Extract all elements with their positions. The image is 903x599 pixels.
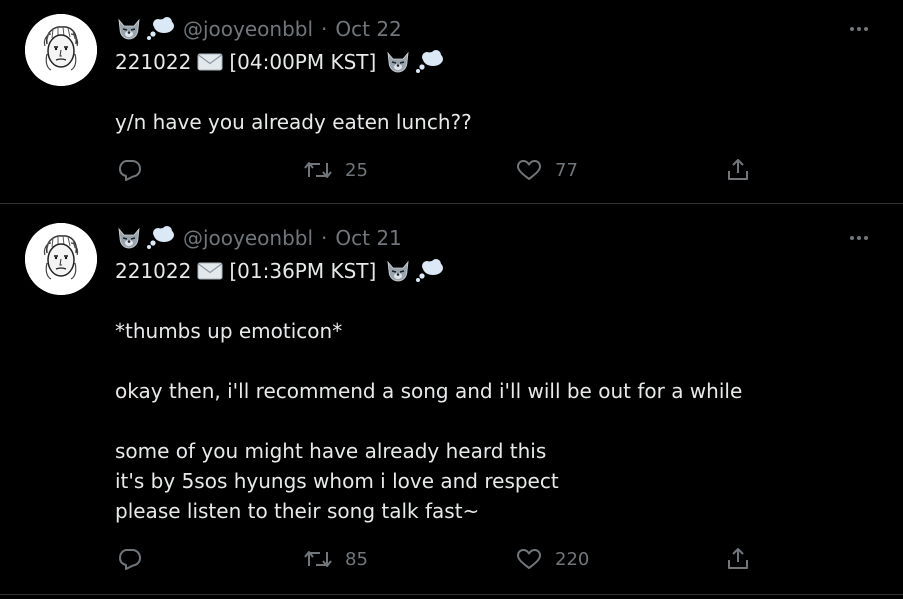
tweet-line: okay then, i'll recommend a song and i'l… [115,379,743,403]
wolf-emoji-icon [387,260,409,282]
reply-icon [119,549,141,570]
more-button[interactable] [845,228,873,248]
more-icon-dot [857,27,861,31]
more-icon-dot [864,27,868,31]
display-name[interactable] [115,226,175,250]
wolf-emoji-icon [387,51,409,73]
title-date: 221022 [115,50,192,74]
tweet-title-line: 221022 [01:36PM KST] [115,256,875,286]
reply-button[interactable] [117,544,143,574]
tweet-date[interactable]: Oct 21 [335,226,401,250]
tweet-header: @jooyeonbbl · Oct 21 [115,224,402,252]
title-emoji [384,259,444,283]
tweet-text: 221022 [04:00PM KST] y/n have you alread… [115,47,875,137]
avatar[interactable] [25,223,97,295]
envelope-emoji-icon [197,262,223,280]
tweet-title-line: 221022 [04:00PM KST] [115,47,875,77]
like-count: 220 [555,548,590,570]
avatar-drawing-icon [25,223,97,295]
retweet-button[interactable]: 25 [303,155,368,185]
heart-icon [517,160,541,180]
separator: · [321,17,328,41]
wolf-emoji-icon [118,227,140,249]
envelope-emoji-icon [197,53,223,71]
more-icon-dot [857,236,861,240]
tweet-text: 221022 [01:36PM KST] *thumbs up emoticon… [115,256,875,526]
retweet-icon [304,551,332,567]
share-button[interactable] [725,155,751,185]
avatar-drawing-icon [25,14,97,86]
tweet-line: it's by 5sos hyungs whom i love and resp… [115,469,559,493]
tweet[interactable]: @jooyeonbbl · Oct 21 221022 [01:36PM KST… [0,204,903,595]
wolf-emoji-icon [118,18,140,40]
retweet-button[interactable]: 85 [303,544,368,574]
tweet-line: *thumbs up emoticon* [115,319,343,343]
more-button[interactable] [845,19,873,39]
more-icon [850,236,854,240]
more-icon-dot [864,236,868,240]
avatar[interactable] [25,14,97,86]
heart-icon [517,549,541,569]
retweet-icon [304,162,332,178]
handle[interactable]: @jooyeonbbl [183,226,313,250]
retweet-count: 25 [345,159,368,181]
separator: · [321,226,328,250]
tweet-line: y/n have you already eaten lunch?? [115,110,472,134]
title-emoji [384,50,444,74]
like-count: 77 [555,159,578,181]
tweet-header: @jooyeonbbl · Oct 22 [115,15,402,43]
reply-button[interactable] [117,155,143,185]
tweet-date[interactable]: Oct 22 [335,17,401,41]
like-button[interactable]: 220 [515,544,589,574]
display-name[interactable] [115,17,175,41]
tweet-actions: 25 77 [115,155,755,185]
title-time: [04:00PM KST] [229,50,377,74]
tweet-line: some of you might have already heard thi… [115,439,547,463]
tweet-actions: 85 220 [115,544,755,574]
share-icon [728,159,748,180]
thought-balloon-emoji-icon [147,226,174,249]
handle[interactable]: @jooyeonbbl [183,17,313,41]
thought-balloon-emoji-icon [416,50,444,73]
share-icon [728,548,748,569]
thought-balloon-emoji-icon [416,259,444,282]
timeline: @jooyeonbbl · Oct 22 221022 [04:00PM KST… [0,0,903,599]
thought-balloon-emoji-icon [147,17,174,40]
reply-icon [119,160,141,181]
retweet-count: 85 [345,548,368,570]
like-button[interactable]: 77 [515,155,578,185]
title-date: 221022 [115,259,192,283]
share-button[interactable] [725,544,751,574]
tweet[interactable]: @jooyeonbbl · Oct 22 221022 [04:00PM KST… [0,0,903,204]
more-icon [850,27,854,31]
title-time: [01:36PM KST] [229,259,377,283]
tweet-line: please listen to their song talk fast~ [115,499,480,523]
